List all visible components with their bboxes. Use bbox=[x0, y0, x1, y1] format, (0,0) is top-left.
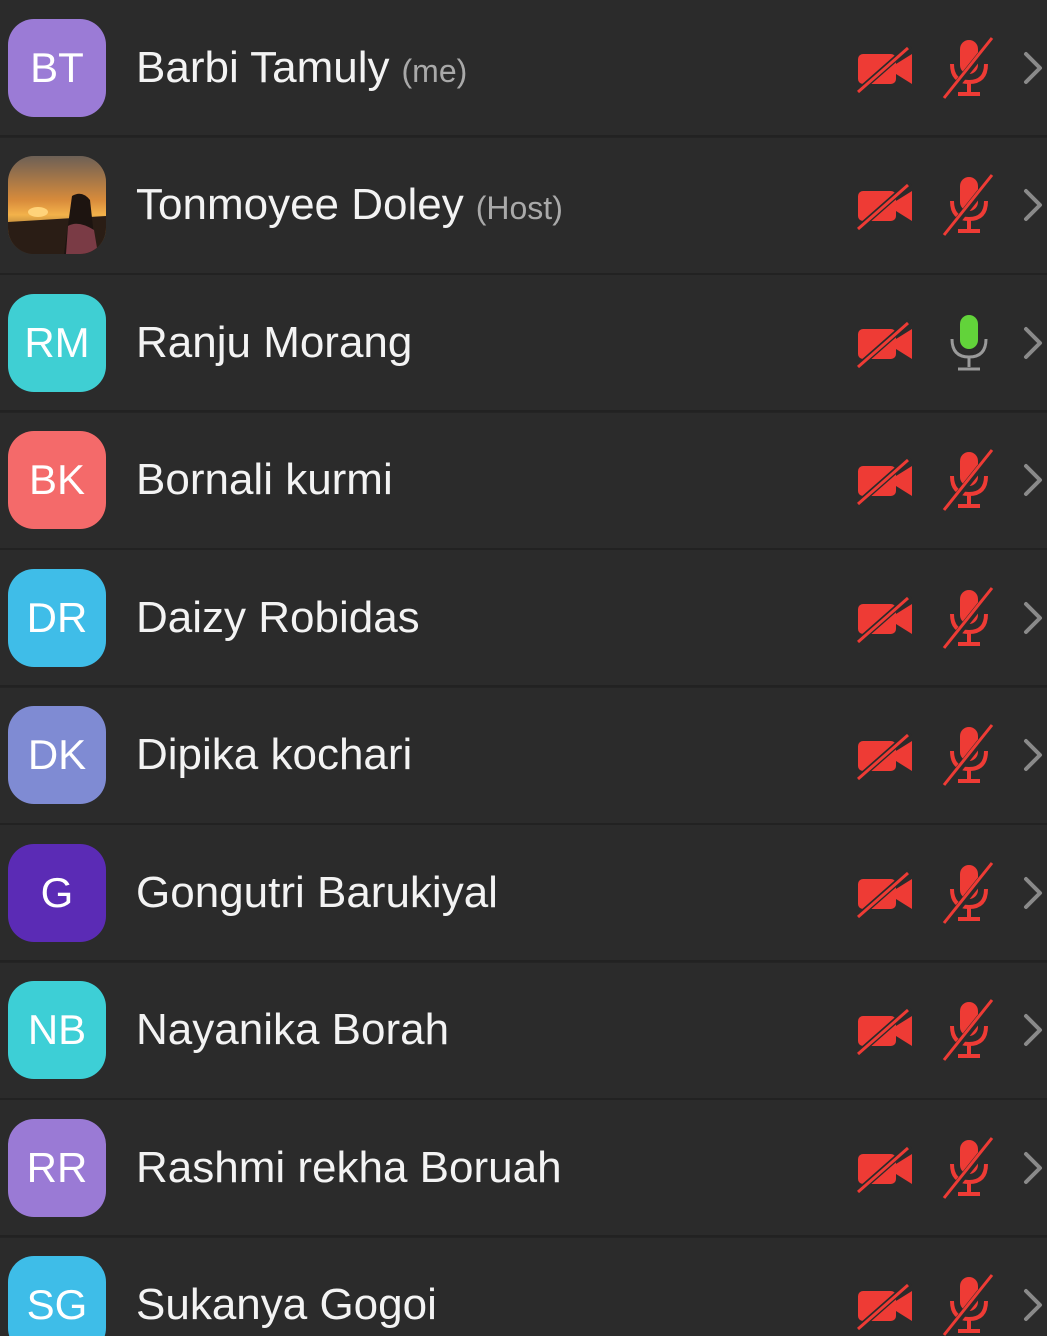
participant-row-8[interactable]: RR Rashmi rekha Boruah bbox=[0, 1100, 1047, 1237]
participant-name: Tonmoyee Doley bbox=[136, 180, 464, 229]
participant-row-6[interactable]: G Gongutri Barukiyal bbox=[0, 825, 1047, 962]
mic-muted-icon[interactable] bbox=[938, 35, 1000, 100]
chevron-right-icon[interactable] bbox=[1020, 873, 1046, 913]
mic-muted-icon[interactable] bbox=[938, 585, 1000, 650]
chevron-right-icon[interactable] bbox=[1020, 460, 1046, 500]
participant-name: Ranju Morang bbox=[136, 317, 413, 367]
mic-muted-icon[interactable] bbox=[938, 173, 1000, 237]
participant-name: Daizy Robidas bbox=[136, 592, 420, 642]
chevron-right-icon[interactable] bbox=[1020, 185, 1046, 225]
camera-off-icon[interactable] bbox=[854, 42, 918, 94]
avatar: RM bbox=[8, 293, 106, 392]
mic-on-icon[interactable] bbox=[938, 311, 1000, 375]
participant-name: Rashmi rekha Boruah bbox=[136, 1142, 562, 1192]
mic-muted-icon[interactable] bbox=[938, 998, 1000, 1062]
avatar-photo bbox=[8, 156, 106, 254]
participant-name-wrap: Dipika kochari bbox=[136, 730, 412, 780]
avatar: BT bbox=[8, 18, 106, 117]
participant-row-4[interactable]: DR Daizy Robidas bbox=[0, 550, 1047, 687]
avatar-initials: NB bbox=[27, 1006, 87, 1053]
mic-muted-icon[interactable] bbox=[938, 723, 1000, 787]
participant-name-wrap: Daizy Robidas bbox=[136, 593, 420, 643]
chevron-right-icon[interactable] bbox=[1020, 1148, 1046, 1188]
avatar: BK bbox=[8, 431, 106, 529]
participant-role-tag: (me) bbox=[401, 52, 468, 89]
camera-off-icon[interactable] bbox=[854, 592, 918, 644]
chevron-right-icon[interactable] bbox=[1020, 323, 1046, 363]
chevron-right-icon[interactable] bbox=[1020, 48, 1046, 88]
chevron-right-icon[interactable] bbox=[1020, 735, 1046, 775]
camera-off-icon[interactable] bbox=[854, 179, 918, 231]
avatar-initials: G bbox=[40, 868, 74, 916]
avatar: RR bbox=[8, 1118, 106, 1217]
mic-muted-icon[interactable] bbox=[938, 860, 1000, 925]
camera-off-icon[interactable] bbox=[854, 729, 918, 781]
avatar: NB bbox=[8, 981, 106, 1079]
chevron-right-icon[interactable] bbox=[1020, 1010, 1046, 1050]
camera-off-icon[interactable] bbox=[854, 1279, 918, 1331]
mic-muted-icon[interactable] bbox=[938, 448, 1000, 512]
avatar: DR bbox=[8, 568, 106, 667]
participant-name-wrap: Tonmoyee Doley (Host) bbox=[136, 180, 563, 230]
avatar: G bbox=[8, 843, 106, 942]
participant-name-wrap: Rashmi rekha Boruah bbox=[136, 1143, 562, 1193]
participant-row-5[interactable]: DK Dipika kochari bbox=[0, 687, 1047, 825]
camera-off-icon[interactable] bbox=[854, 867, 918, 919]
participant-name: Bornali kurmi bbox=[136, 455, 393, 504]
camera-off-icon[interactable] bbox=[854, 1004, 918, 1056]
participant-name: Dipika kochari bbox=[136, 730, 413, 779]
avatar: DK bbox=[8, 706, 106, 804]
participant-name: Nayanika Borah bbox=[136, 1005, 450, 1054]
participant-name-wrap: Gongutri Barukiyal bbox=[136, 868, 498, 918]
avatar-initials: RM bbox=[24, 318, 90, 366]
camera-off-icon[interactable] bbox=[854, 1142, 918, 1194]
participant-name-wrap: Bornali kurmi bbox=[136, 455, 393, 505]
participant-row-2[interactable]: RM Ranju Morang bbox=[0, 275, 1047, 412]
chevron-right-icon[interactable] bbox=[1020, 598, 1046, 638]
chevron-right-icon[interactable] bbox=[1020, 1285, 1046, 1325]
avatar-initials: DK bbox=[27, 731, 87, 778]
mic-muted-icon[interactable] bbox=[938, 1273, 1000, 1336]
avatar-initials: RR bbox=[26, 1143, 88, 1191]
participants-list: BT Barbi Tamuly (me) Tonmoyee Doley (Hos… bbox=[0, 0, 1047, 1336]
participant-row-7[interactable]: NB Nayanika Borah bbox=[0, 962, 1047, 1100]
participant-row-0[interactable]: BT Barbi Tamuly (me) bbox=[0, 0, 1047, 137]
participant-name: Sukanya Gogoi bbox=[136, 1280, 437, 1329]
avatar-initials: DR bbox=[26, 593, 88, 641]
camera-off-icon[interactable] bbox=[854, 454, 918, 506]
participant-name-wrap: Barbi Tamuly (me) bbox=[136, 43, 467, 93]
camera-off-icon[interactable] bbox=[854, 317, 918, 369]
avatar-initials: BT bbox=[30, 43, 84, 91]
participant-name-wrap: Sukanya Gogoi bbox=[136, 1280, 437, 1330]
participant-name-wrap: Nayanika Borah bbox=[136, 1005, 449, 1055]
participant-name: Barbi Tamuly bbox=[136, 42, 390, 92]
participant-name: Gongutri Barukiyal bbox=[136, 867, 498, 917]
avatar-initials: BK bbox=[28, 456, 86, 503]
participant-row-3[interactable]: BK Bornali kurmi bbox=[0, 412, 1047, 550]
participant-role-tag: (Host) bbox=[475, 190, 563, 226]
participant-name-wrap: Ranju Morang bbox=[136, 318, 412, 368]
mic-muted-icon[interactable] bbox=[938, 1135, 1000, 1200]
participant-row-9[interactable]: SG Sukanya Gogoi bbox=[0, 1237, 1047, 1336]
participant-row-1[interactable]: Tonmoyee Doley (Host) bbox=[0, 137, 1047, 275]
avatar-initials: SG bbox=[26, 1281, 88, 1328]
avatar: SG bbox=[8, 1256, 106, 1336]
